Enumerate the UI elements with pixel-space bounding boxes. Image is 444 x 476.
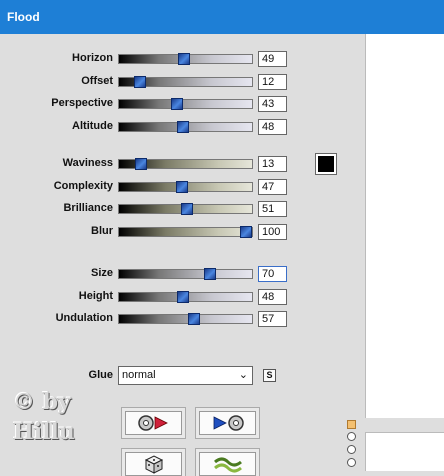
- waviness-value-field[interactable]: 13: [258, 156, 287, 172]
- random-button[interactable]: [125, 452, 182, 476]
- altitude-slider-thumb[interactable]: [177, 120, 190, 133]
- preview-tab-circle-3[interactable]: [347, 458, 356, 467]
- brilliance-label: Brilliance: [63, 202, 113, 214]
- altitude-label: Altitude: [72, 119, 113, 132]
- preview-pane: [365, 34, 444, 418]
- reset-button[interactable]: [199, 452, 256, 476]
- blur-value-field[interactable]: 100: [258, 223, 287, 240]
- waviness-slider[interactable]: [118, 158, 253, 170]
- perspective-slider[interactable]: [118, 98, 253, 110]
- glue-label: Glue: [88, 369, 113, 381]
- preview-tab-square[interactable]: [347, 420, 356, 429]
- glue-s-button[interactable]: S: [263, 369, 276, 382]
- undulation-slider-thumb[interactable]: [187, 313, 200, 325]
- blur-slider[interactable]: [118, 225, 253, 238]
- title-bar: Flood: [0, 0, 444, 34]
- offset-value-field[interactable]: 12: [258, 73, 287, 90]
- color-swatch[interactable]: [315, 153, 337, 175]
- color-swatch-fill: [318, 156, 334, 172]
- size-label: Size: [90, 267, 113, 279]
- watermark-line2: Hillu: [13, 419, 75, 445]
- waviness-slider-thumb[interactable]: [134, 158, 147, 170]
- watermark-line1: © by: [13, 389, 71, 415]
- disk-arrow-right-icon: [137, 415, 168, 431]
- height-label: Height: [78, 289, 113, 302]
- save-preset-button[interactable]: [199, 411, 256, 435]
- size-slider[interactable]: [118, 268, 253, 280]
- load-preset-button[interactable]: [125, 411, 182, 435]
- size-slider-thumb[interactable]: [203, 268, 216, 280]
- complexity-slider-thumb[interactable]: [175, 180, 188, 193]
- horizon-slider[interactable]: [118, 53, 253, 65]
- offset-slider[interactable]: [118, 75, 253, 88]
- complexity-slider[interactable]: [118, 180, 253, 193]
- undulation-label: Undulation: [55, 312, 113, 324]
- perspective-slider-thumb[interactable]: [171, 98, 184, 110]
- altitude-slider[interactable]: [118, 120, 253, 133]
- window-title: Flood: [7, 10, 40, 24]
- offset-label: Offset: [81, 74, 113, 87]
- brilliance-value-field[interactable]: 51: [258, 201, 287, 217]
- height-slider[interactable]: [118, 290, 253, 303]
- perspective-label: Perspective: [51, 97, 113, 109]
- preview-tab-circle-2[interactable]: [347, 445, 356, 454]
- height-value-field[interactable]: 48: [258, 288, 287, 305]
- undulation-value-field[interactable]: 57: [258, 311, 287, 327]
- wave-icon: [213, 457, 242, 473]
- perspective-value-field[interactable]: 43: [258, 96, 287, 112]
- arrow-disk-icon: [213, 415, 244, 431]
- chevron-down-icon: ⌄: [238, 369, 248, 381]
- height-slider-thumb[interactable]: [177, 290, 190, 303]
- preview-tab-circle-1[interactable]: [347, 432, 356, 441]
- brilliance-slider[interactable]: [118, 203, 253, 215]
- glue-select[interactable]: normal ⌄: [118, 366, 253, 385]
- size-value-field[interactable]: 70: [258, 266, 287, 282]
- complexity-value-field[interactable]: 47: [258, 178, 287, 195]
- blur-slider-thumb[interactable]: [240, 225, 252, 238]
- undulation-slider[interactable]: [118, 313, 253, 325]
- secondary-preview-pane: [365, 432, 444, 471]
- glue-selected-value: normal: [122, 369, 156, 381]
- complexity-label: Complexity: [53, 179, 113, 192]
- blur-label: Blur: [91, 224, 113, 237]
- horizon-slider-thumb[interactable]: [178, 53, 191, 65]
- waviness-label: Waviness: [62, 157, 113, 169]
- horizon-label: Horizon: [72, 52, 113, 64]
- dice-icon: [144, 455, 163, 474]
- altitude-value-field[interactable]: 48: [258, 118, 287, 135]
- horizon-value-field[interactable]: 49: [258, 51, 287, 67]
- offset-slider-thumb[interactable]: [133, 75, 146, 88]
- brilliance-slider-thumb[interactable]: [180, 203, 193, 215]
